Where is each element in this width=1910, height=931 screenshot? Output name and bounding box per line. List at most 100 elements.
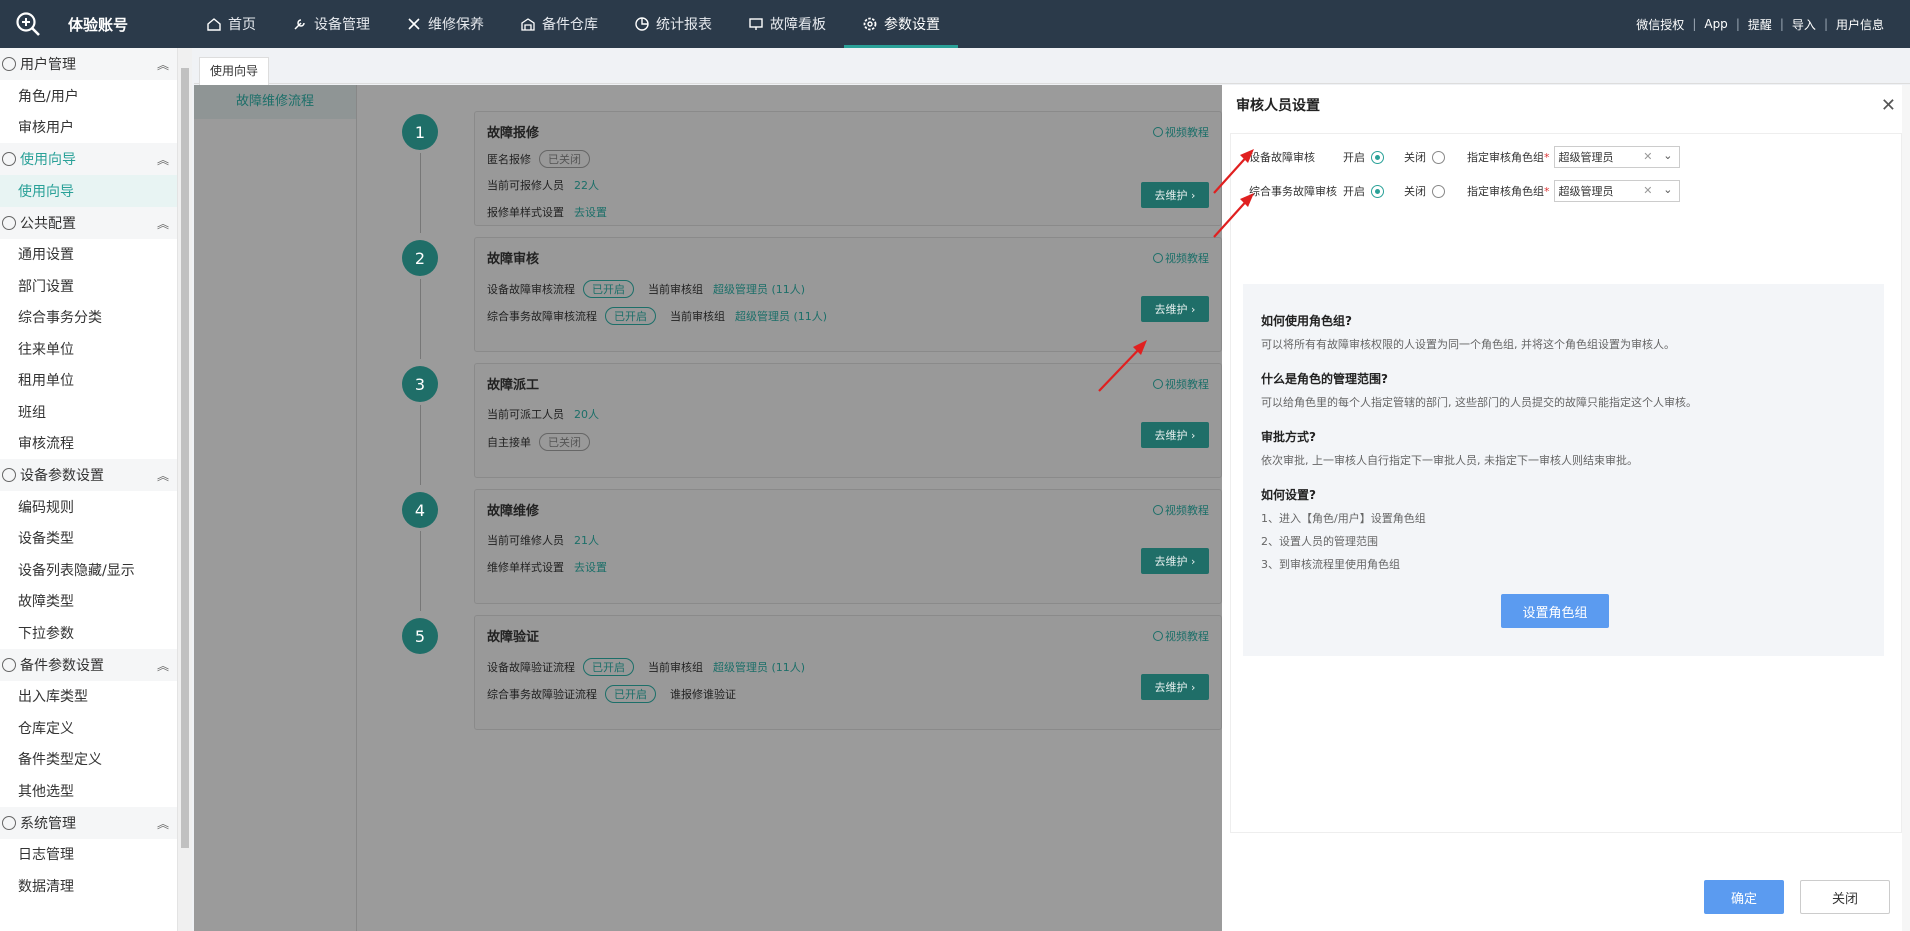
sidebar-item[interactable]: 其他选型 xyxy=(0,775,177,807)
row-link[interactable]: 超级管理员 (11人) xyxy=(735,308,827,324)
sidebar-item[interactable]: 综合事务分类 xyxy=(0,302,177,334)
on-radio[interactable] xyxy=(1371,184,1384,198)
status-badge[interactable]: 已开启 xyxy=(605,685,656,703)
close-icon[interactable]: ✕ xyxy=(1881,95,1896,116)
sidebar-item[interactable]: 数据清理 xyxy=(0,870,177,902)
sidebar-item[interactable]: 日志管理 xyxy=(0,839,177,871)
nav-item-1[interactable]: 设备管理 xyxy=(274,0,388,48)
sidebar-scrollbar-thumb[interactable] xyxy=(181,68,189,848)
maintain-button[interactable]: 去维护 › xyxy=(1141,422,1209,448)
account-name[interactable]: 体验账号 xyxy=(56,14,156,35)
step-card: 故障验证 视频教程 设备故障验证流程 已开启 当前审核组 超级管理员 (11人) 综合事务故… xyxy=(474,615,1222,730)
sidebar-item[interactable]: 设备类型 xyxy=(0,523,177,555)
sidebar-item[interactable]: 设备列表隐藏/显示 xyxy=(0,554,177,586)
sidebar-item[interactable]: 租用单位 xyxy=(0,365,177,397)
chevron-up-icon[interactable]: ︽ xyxy=(157,467,169,484)
sidebar-item[interactable]: 审核流程 xyxy=(0,428,177,460)
sidebar-item[interactable]: 审核用户 xyxy=(0,112,177,144)
panel-scrollbar[interactable] xyxy=(1902,85,1910,931)
chevron-down-icon[interactable]: ⌄ xyxy=(1663,183,1672,196)
close-button[interactable]: 关闭 xyxy=(1800,880,1890,914)
video-tutorial-link[interactable]: 视频教程 xyxy=(1153,124,1209,140)
maintain-button[interactable]: 去维护 › xyxy=(1141,674,1209,700)
step-title: 故障审核 xyxy=(487,252,540,267)
maintain-button[interactable]: 去维护 › xyxy=(1141,296,1209,322)
sidebar-group-0[interactable]: 用户管理 ︽ xyxy=(0,48,177,80)
sidebar-item[interactable]: 备件类型定义 xyxy=(0,744,177,776)
status-badge[interactable]: 已关闭 xyxy=(539,150,590,168)
step-number: 2 xyxy=(402,240,438,276)
role-group-select[interactable]: 超级管理员 ✕ ⌄ xyxy=(1553,146,1680,168)
sidebar-item[interactable]: 通用设置 xyxy=(0,239,177,271)
on-radio[interactable] xyxy=(1371,150,1384,164)
top-link-2[interactable]: 提醒 xyxy=(1748,16,1772,33)
status-badge[interactable]: 已开启 xyxy=(605,307,656,325)
sidebar-scrollbar[interactable] xyxy=(178,48,192,931)
row-link[interactable]: 21人 xyxy=(574,532,599,548)
status-badge[interactable]: 已开启 xyxy=(583,658,634,676)
sidebar-item[interactable]: 故障类型 xyxy=(0,586,177,618)
nav-item-5[interactable]: 故障看板 xyxy=(730,0,844,48)
nav-item-6[interactable]: 参数设置 xyxy=(844,0,958,48)
status-badge[interactable]: 已开启 xyxy=(583,280,634,298)
row-label: 报修单样式设置 xyxy=(487,206,564,219)
sidebar-group-4[interactable]: 备件参数设置 ︽ xyxy=(0,648,177,681)
sidebar-item[interactable]: 角色/用户 xyxy=(0,80,177,112)
chevron-down-icon[interactable]: ⌄ xyxy=(1663,149,1672,162)
top-link-4[interactable]: 用户信息 xyxy=(1836,16,1884,33)
clear-icon[interactable]: ✕ xyxy=(1643,150,1652,163)
chevron-up-icon[interactable]: ︽ xyxy=(157,657,169,674)
sidebar-item[interactable]: 出入库类型 xyxy=(0,681,177,713)
sidebar-group-5[interactable]: 系统管理 ︽ xyxy=(0,806,177,839)
off-radio[interactable] xyxy=(1432,184,1445,198)
chevron-up-icon[interactable]: ︽ xyxy=(157,815,169,832)
chevron-up-icon[interactable]: ︽ xyxy=(157,56,169,73)
help-heading: 如何使用角色组? xyxy=(1261,314,1352,328)
chevron-up-icon[interactable]: ︽ xyxy=(157,215,169,232)
sidebar-item[interactable]: 仓库定义 xyxy=(0,712,177,744)
off-radio[interactable] xyxy=(1432,150,1445,164)
sidebar-group-2[interactable]: 公共配置 ︽ xyxy=(0,206,177,239)
sidebar-item[interactable]: 编码规则 xyxy=(0,491,177,523)
top-link-3[interactable]: 导入 xyxy=(1792,16,1816,33)
row-link[interactable]: 去设置 xyxy=(574,559,607,575)
nav-item-3[interactable]: 备件仓库 xyxy=(502,0,616,48)
tab-usage-guide[interactable]: 使用向导 xyxy=(199,57,270,85)
status-badge[interactable]: 已关闭 xyxy=(539,433,590,451)
nav-item-2[interactable]: 维修保养 xyxy=(388,0,502,48)
row-link[interactable]: 超级管理员 (11人) xyxy=(713,659,805,675)
role-group-select[interactable]: 超级管理员 ✕ ⌄ xyxy=(1553,180,1680,202)
video-tutorial-link[interactable]: 视频教程 xyxy=(1153,250,1209,266)
sidebar-group-1[interactable]: 使用向导 ︽ xyxy=(0,143,177,175)
step-row: 自主接单 已关闭 xyxy=(487,433,590,451)
clear-icon[interactable]: ✕ xyxy=(1643,184,1652,197)
set-role-group-button[interactable]: 设置角色组 xyxy=(1501,594,1609,628)
sidebar-item[interactable]: 班组 xyxy=(0,396,177,428)
row-link[interactable]: 去设置 xyxy=(574,204,607,220)
sidebar-item[interactable]: 使用向导 xyxy=(0,175,177,207)
sidebar-item[interactable]: 部门设置 xyxy=(0,270,177,302)
chevron-up-icon[interactable]: ︽ xyxy=(157,151,169,168)
maintain-button[interactable]: 去维护 › xyxy=(1141,182,1209,208)
maintain-label: 去维护 xyxy=(1154,681,1188,694)
maintain-button[interactable]: 去维护 › xyxy=(1141,548,1209,574)
sidebar-item[interactable]: 往来单位 xyxy=(0,333,177,365)
row-link[interactable]: 超级管理员 (11人) xyxy=(713,281,805,297)
nav-item-0[interactable]: 首页 xyxy=(188,0,274,48)
video-tutorial-link[interactable]: 视频教程 xyxy=(1153,376,1209,392)
row-label: 设备故障审核流程 xyxy=(487,283,575,296)
row-link[interactable]: 22人 xyxy=(574,177,599,193)
zoom-logo-icon[interactable] xyxy=(0,0,56,48)
link-separator: | xyxy=(1779,17,1784,31)
video-tutorial-link[interactable]: 视频教程 xyxy=(1153,502,1209,518)
sidebar-group-3[interactable]: 设备参数设置 ︽ xyxy=(0,459,177,491)
top-link-0[interactable]: 微信授权 xyxy=(1636,16,1684,33)
sidebar-item[interactable]: 下拉参数 xyxy=(0,617,177,649)
group-label: 指定审核角色组 xyxy=(1467,185,1544,198)
row-link[interactable]: 20人 xyxy=(574,406,599,422)
guide-menu-item-fault-flow[interactable]: 故障维修流程 xyxy=(194,85,356,119)
top-link-1[interactable]: App xyxy=(1704,17,1727,31)
video-tutorial-link[interactable]: 视频教程 xyxy=(1153,628,1209,644)
confirm-button[interactable]: 确定 xyxy=(1704,880,1784,914)
nav-item-4[interactable]: 统计报表 xyxy=(616,0,730,48)
